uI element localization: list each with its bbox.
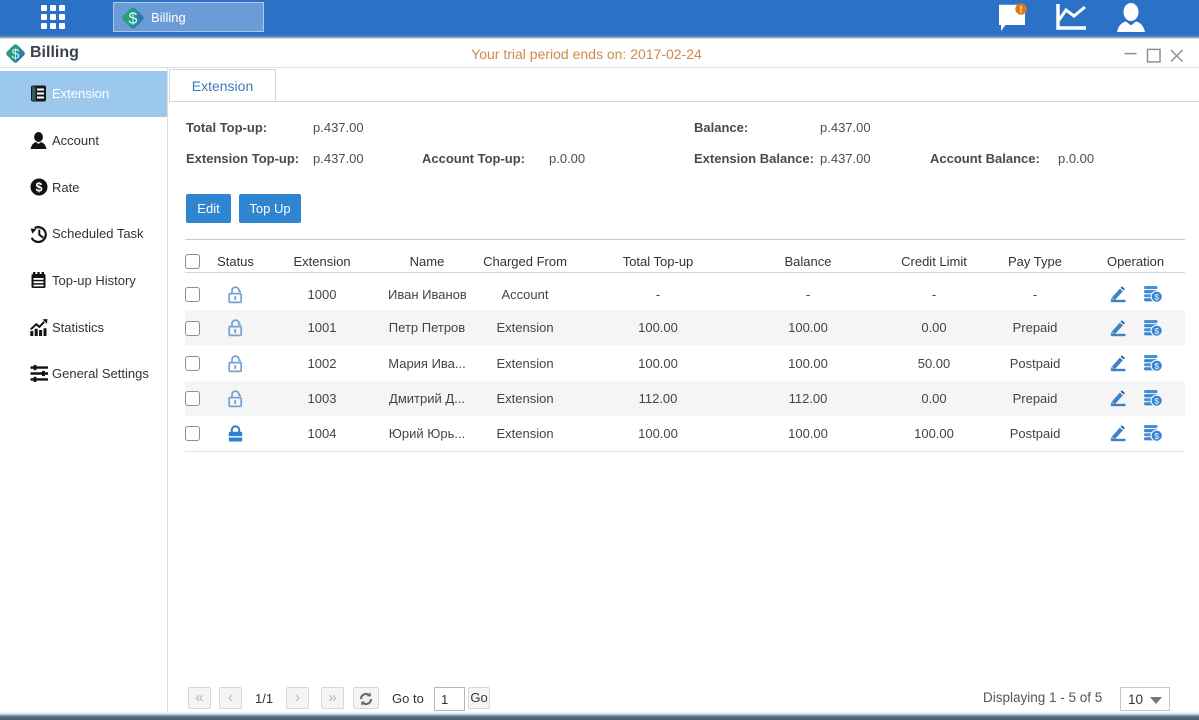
- svg-text:$: $: [1154, 431, 1159, 441]
- svg-text:!: !: [1020, 4, 1023, 14]
- svg-text:$: $: [36, 181, 43, 195]
- svg-text:$: $: [1154, 396, 1159, 406]
- svg-text:$: $: [1154, 361, 1159, 371]
- svg-text:$: $: [1154, 326, 1159, 336]
- svg-text:$: $: [129, 11, 138, 28]
- svg-text:$: $: [1154, 292, 1159, 302]
